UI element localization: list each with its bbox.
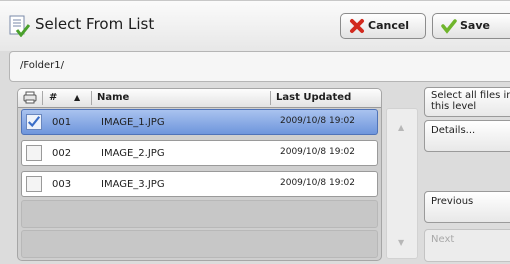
- cancel-x-icon: [350, 19, 364, 33]
- title-bar: Select From List Cancel Save: [0, 0, 510, 51]
- cancel-label: Cancel: [368, 19, 410, 32]
- empty-row: [21, 200, 378, 228]
- select-all-label: Select all files in this level: [431, 90, 510, 112]
- row-number: 002: [52, 148, 72, 159]
- table-row[interactable]: 001 IMAGE_1.JPG 2009/10/8 19:02: [21, 109, 378, 135]
- row-updated: 2009/10/8 19:02: [280, 116, 355, 126]
- row-updated: 2009/10/8 19:02: [280, 178, 355, 188]
- previous-button[interactable]: Previous: [424, 191, 510, 223]
- details-label: Details...: [431, 125, 476, 136]
- list-header: # ▲ Name Last Updated: [18, 89, 381, 108]
- printer-icon: [23, 91, 37, 104]
- header-separator: [42, 91, 43, 105]
- path-breadcrumb: /Folder1/: [9, 51, 510, 82]
- scroll-up-arrow-icon[interactable]: ▲: [398, 123, 404, 132]
- save-label: Save: [460, 19, 490, 32]
- file-list: # ▲ Name Last Updated 001 IMAGE_1.JPG 20…: [17, 88, 382, 261]
- checkbox[interactable]: [26, 145, 42, 161]
- sort-ascending-icon: ▲: [74, 93, 81, 102]
- col-updated-header[interactable]: Last Updated: [276, 92, 351, 103]
- empty-row: [21, 230, 378, 258]
- checked-checkbox-icon[interactable]: [26, 114, 42, 130]
- path-text: /Folder1/: [20, 60, 65, 71]
- next-button[interactable]: Next: [424, 229, 510, 262]
- previous-label: Previous: [431, 196, 474, 207]
- table-row[interactable]: 003 IMAGE_3.JPG 2009/10/8 19:02: [21, 171, 378, 197]
- header-separator: [270, 91, 271, 105]
- next-label: Next: [431, 234, 455, 245]
- checkbox[interactable]: [26, 176, 42, 192]
- cancel-button[interactable]: Cancel: [340, 13, 426, 39]
- col-number-header[interactable]: #: [49, 92, 57, 103]
- row-number: 003: [52, 179, 72, 190]
- row-updated: 2009/10/8 19:02: [280, 147, 355, 157]
- row-name: IMAGE_3.JPG: [101, 179, 165, 190]
- scroll-down-arrow-icon[interactable]: ▼: [398, 238, 404, 247]
- row-number: 001: [52, 117, 72, 128]
- scrollbar[interactable]: ▲ ▼: [386, 108, 418, 259]
- select-list-icon: [9, 15, 30, 37]
- page-title: Select From List: [35, 15, 155, 33]
- select-all-button[interactable]: Select all files in this level: [424, 87, 510, 117]
- row-name: IMAGE_1.JPG: [101, 117, 165, 128]
- header-separator: [91, 91, 92, 105]
- save-button[interactable]: Save: [432, 13, 510, 39]
- table-row[interactable]: 002 IMAGE_2.JPG 2009/10/8 19:02: [21, 140, 378, 166]
- row-name: IMAGE_2.JPG: [101, 148, 165, 159]
- col-name-header[interactable]: Name: [97, 92, 129, 103]
- save-check-icon: [441, 19, 457, 34]
- details-button[interactable]: Details...: [424, 120, 510, 152]
